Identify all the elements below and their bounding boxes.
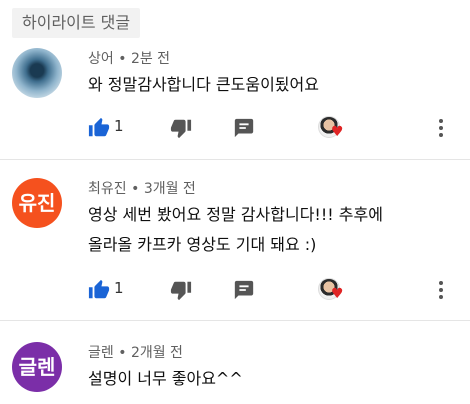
- meta-separator: •: [118, 51, 127, 67]
- heart-icon: ♥: [331, 286, 344, 302]
- comment-line: 설명이 너무 좋아요^^: [88, 369, 243, 388]
- comment-time[interactable]: 2분 전: [131, 51, 170, 67]
- comment-item: 글렌 글렌 • 2개월 전 설명이 너무 좋아요^^: [0, 342, 470, 402]
- comment-time[interactable]: 2개월 전: [131, 345, 183, 361]
- more-vert-icon[interactable]: [438, 116, 448, 140]
- thumbs-up-icon[interactable]: [88, 278, 110, 302]
- comment-line: 와 정말감사합니다 큰도움이됬어요: [88, 75, 319, 94]
- comment-item: 유진 최유진 • 3개월 전 영상 세번 봤어요 정말 감사합니다!!! 추후에…: [0, 178, 470, 303]
- comment-text: 와 정말감사합니다 큰도움이됬어요: [88, 70, 319, 100]
- comment-line: 올라올 카프카 영상도 기대 돼요 :): [88, 235, 317, 254]
- comment-item: 상어 • 2분 전 와 정말감사합니다 큰도움이됬어요 1 ♥: [0, 48, 470, 158]
- comment-actions: 1 ♥: [88, 278, 468, 302]
- comment-divider: [0, 320, 470, 321]
- heart-icon: ♥: [331, 124, 344, 140]
- comment-actions: 1 ♥: [88, 116, 468, 140]
- avatar[interactable]: 유진: [12, 178, 62, 228]
- comment-meta: 최유진 • 3개월 전: [88, 178, 196, 198]
- more-vert-icon[interactable]: [438, 278, 448, 302]
- author-name[interactable]: 글렌: [88, 345, 114, 361]
- creator-heart-icon: ♥: [318, 116, 346, 142]
- comment-meta: 상어 • 2분 전: [88, 48, 170, 68]
- avatar[interactable]: [12, 48, 62, 98]
- like-count: 1: [114, 279, 124, 297]
- comment-time[interactable]: 3개월 전: [144, 181, 196, 197]
- meta-separator: •: [118, 345, 127, 361]
- section-title: 하이라이트 댓글: [12, 8, 141, 38]
- thumbs-up-icon[interactable]: [88, 116, 110, 140]
- thumbs-down-icon[interactable]: [170, 116, 192, 140]
- reply-icon[interactable]: [233, 116, 255, 140]
- author-name[interactable]: 상어: [88, 51, 114, 67]
- comment-divider: [0, 159, 470, 160]
- author-name[interactable]: 최유진: [88, 181, 127, 197]
- creator-heart-icon: ♥: [318, 278, 346, 304]
- comment-text: 설명이 너무 좋아요^^: [88, 364, 243, 394]
- comment-meta: 글렌 • 2개월 전: [88, 342, 183, 362]
- reply-icon[interactable]: [233, 278, 255, 302]
- avatar[interactable]: 글렌: [12, 342, 62, 392]
- meta-separator: •: [131, 181, 140, 197]
- comment-text: 영상 세번 봤어요 정말 감사합니다!!! 추후에 올라올 카프카 영상도 기대…: [88, 200, 383, 260]
- comment-line: 영상 세번 봤어요 정말 감사합니다!!! 추후에: [88, 205, 383, 224]
- like-count: 1: [114, 117, 124, 135]
- thumbs-down-icon[interactable]: [170, 278, 192, 302]
